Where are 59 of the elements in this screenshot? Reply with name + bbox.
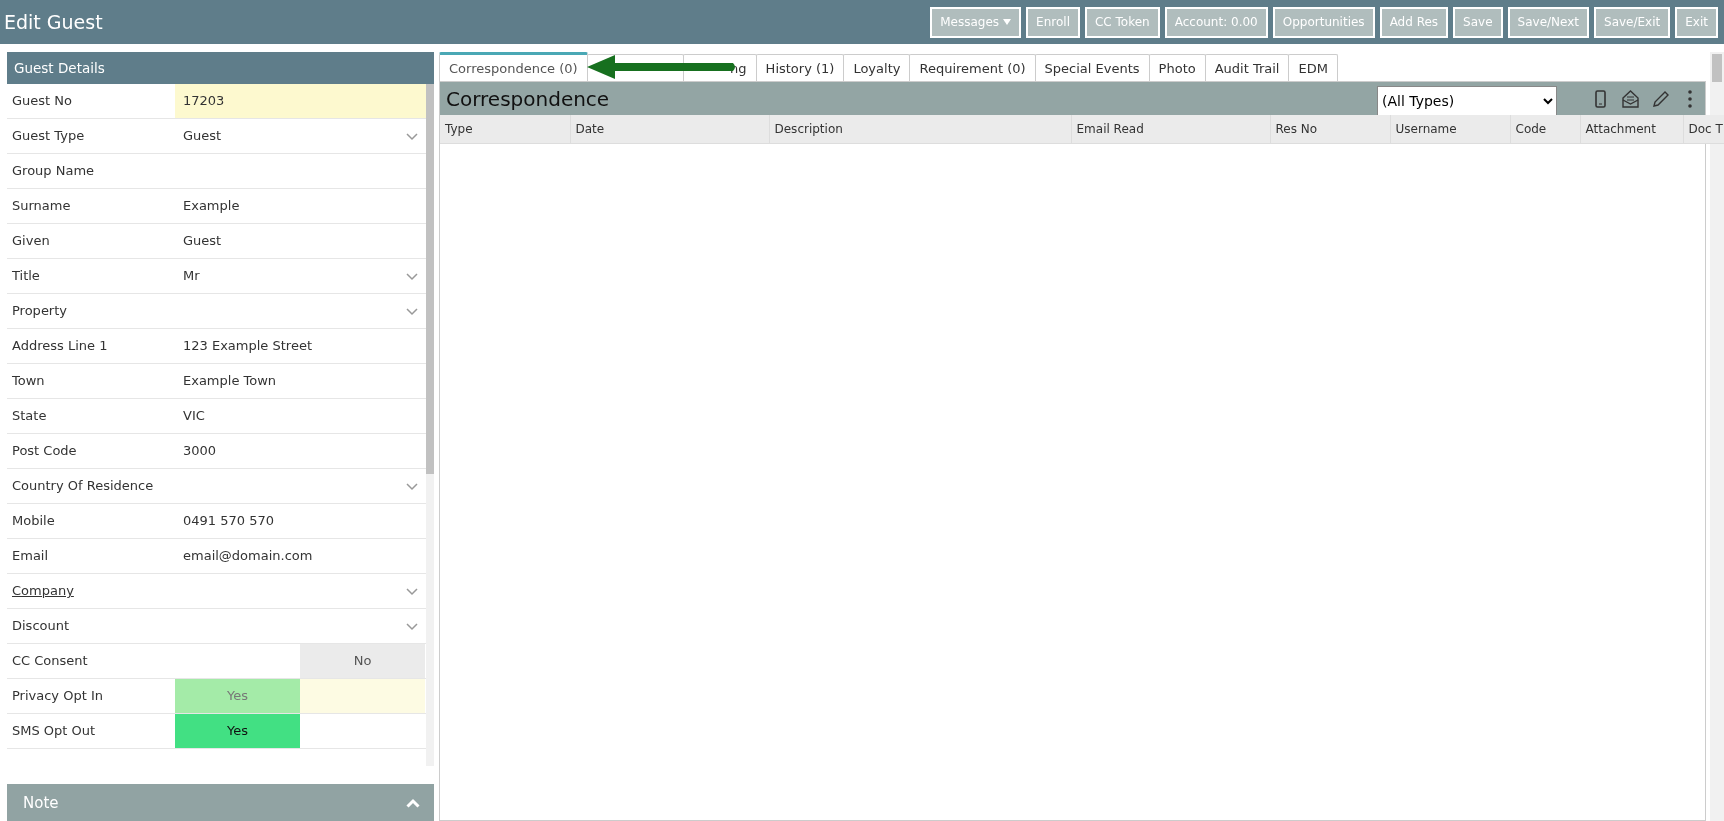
input-field[interactable]: 3000 [175, 433, 426, 468]
input-field[interactable]: VIC [175, 398, 426, 433]
field-label: Email [11, 548, 50, 564]
field-label: Surname [11, 198, 72, 214]
chevron-down-icon [406, 307, 418, 316]
field-label: Guest Type [11, 128, 86, 144]
input-field[interactable]: 0491 570 570 [175, 503, 426, 538]
no-option[interactable] [300, 678, 425, 713]
field-label: Town [11, 373, 46, 389]
window-title: Edit Guest [4, 11, 104, 33]
type-filter-dropdown[interactable]: (All Types) [1377, 85, 1557, 116]
column-header[interactable]: Res No [1270, 115, 1390, 144]
field-label: State [11, 408, 48, 424]
field-label: Country Of Residence [11, 478, 155, 494]
field-label: Group Name [11, 163, 96, 179]
dropdown-field[interactable]: Guest [175, 118, 426, 153]
input-field[interactable]: 123 Example Street [175, 328, 426, 363]
tab[interactable]: EDM [1288, 54, 1338, 81]
chevron-down-icon [406, 272, 418, 281]
chevron-up-icon [406, 797, 420, 808]
field-label: Title [11, 268, 41, 284]
chevron-down-icon [406, 132, 418, 141]
column-header[interactable]: Email Read [1071, 115, 1270, 144]
field-label: CC Consent [11, 653, 89, 669]
field-label: Guest No [11, 93, 73, 109]
field-label: Given [11, 233, 51, 249]
chevron-down-icon [406, 587, 418, 596]
note-title: Note [23, 793, 59, 812]
input-field[interactable]: email@domain.com [175, 538, 426, 573]
field-label: Property [11, 303, 68, 319]
column-header[interactable]: Doc T [1683, 115, 1724, 144]
field-label: Privacy Opt In [11, 688, 104, 704]
input-field[interactable]: Guest [175, 223, 426, 258]
column-header[interactable]: Code [1510, 115, 1580, 144]
scrollbar[interactable] [1710, 52, 1724, 821]
field-label: Mobile [11, 513, 56, 529]
field-link[interactable]: Company [7, 583, 175, 599]
no-option[interactable]: No [300, 643, 425, 678]
input-field[interactable]: Example [175, 188, 426, 223]
chevron-down-icon [406, 482, 418, 491]
scrollbar[interactable] [426, 83, 434, 767]
column-header[interactable]: Username [1390, 115, 1510, 144]
field-label: Post Code [11, 443, 78, 459]
field-label: Discount [11, 618, 71, 634]
column-header[interactable]: Description [769, 115, 1071, 144]
input-field[interactable]: Example Town [175, 363, 426, 398]
column-header[interactable]: Attachment [1580, 115, 1683, 144]
tab[interactable]: Correspondence (0) [439, 52, 588, 81]
field-label: SMS Opt Out [11, 723, 97, 739]
field-label: Address Line 1 [11, 338, 109, 354]
yes-option[interactable]: Yes [175, 713, 300, 748]
panel-title: Correspondence [446, 86, 611, 111]
dropdown-field[interactable]: Mr [175, 258, 426, 293]
panel-header: Guest Details [7, 52, 434, 84]
column-header[interactable]: Date [570, 115, 769, 144]
input-field[interactable]: 17203 [175, 83, 426, 118]
column-header[interactable]: Type [440, 115, 570, 144]
chevron-down-icon [406, 622, 418, 631]
mail-icon[interactable] [1621, 88, 1639, 109]
